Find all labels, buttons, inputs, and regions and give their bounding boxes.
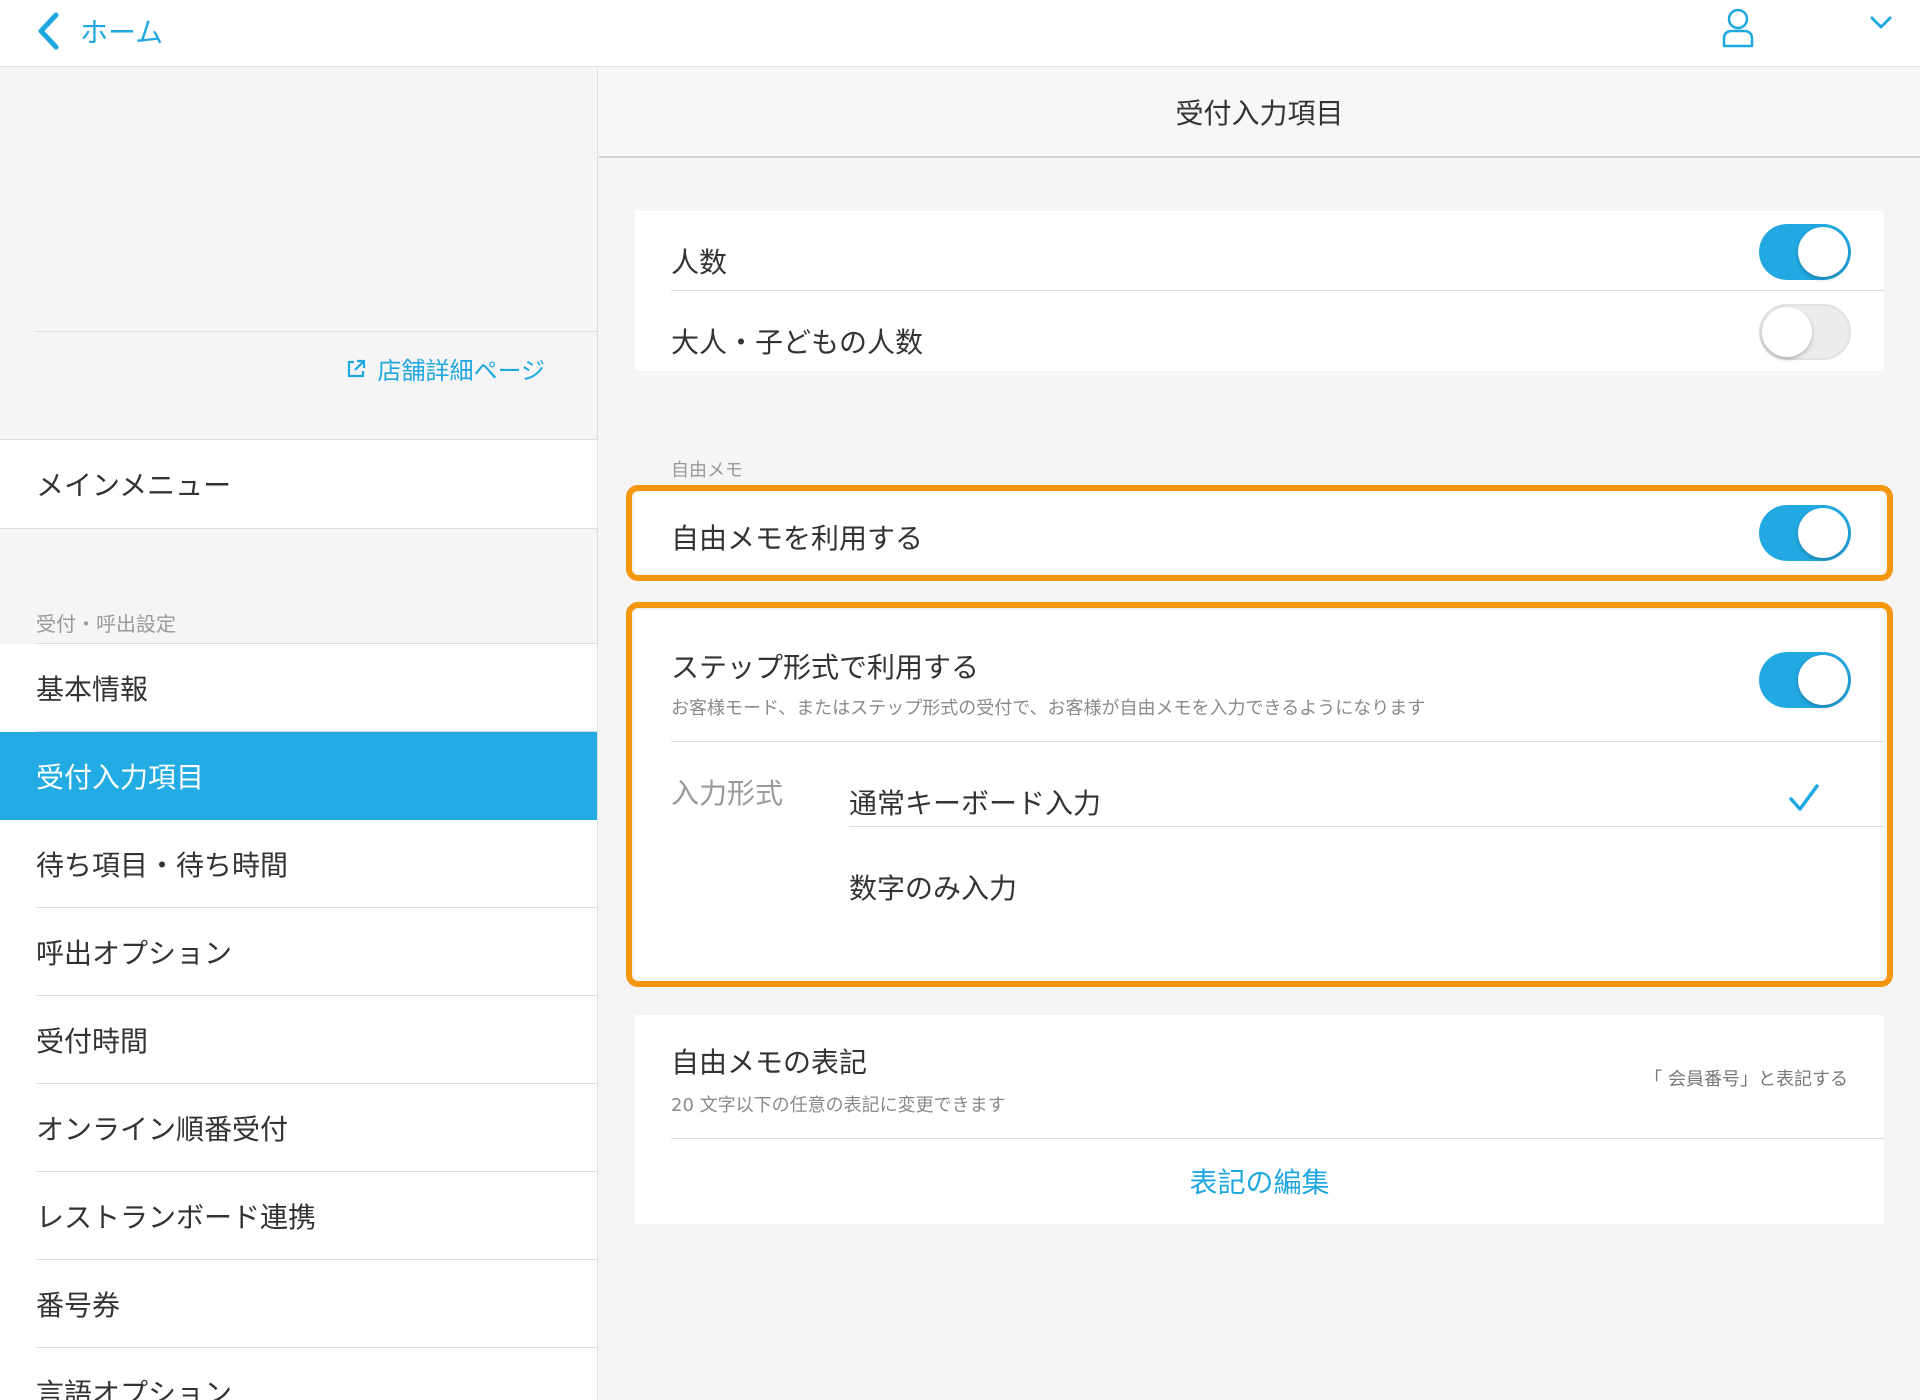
checkmark-icon: [1789, 784, 1819, 811]
people-settings-card: 人数 大人・子どもの人数: [635, 211, 1884, 371]
store-detail-link-label: 店舗詳細ページ: [377, 357, 545, 385]
sidebar-divider: [36, 331, 597, 332]
people-toggle[interactable]: [1759, 224, 1851, 280]
toggle-knob: [1798, 655, 1848, 705]
use-memo-card: 自由メモを利用する: [635, 493, 1884, 573]
sidebar-nav-list: 基本情報 受付入力項目 待ち項目・待ち時間 呼出オプション 受付時間 オンライン…: [0, 644, 597, 1400]
input-format-label: 入力形式: [671, 777, 784, 810]
sidebar-item-number-ticket[interactable]: 番号券: [0, 1260, 597, 1348]
step-mode-toggle[interactable]: [1759, 652, 1851, 708]
chevron-left-icon: [38, 12, 59, 50]
sidebar-item-reception-hours[interactable]: 受付時間: [0, 996, 597, 1084]
sidebar-item-label: 受付入力項目: [36, 761, 205, 794]
adult-child-toggle[interactable]: [1759, 304, 1851, 360]
sidebar-item-label: 番号券: [36, 1289, 121, 1322]
main-menu-item[interactable]: メインメニュー: [0, 440, 597, 528]
user-icon[interactable]: [1718, 6, 1758, 48]
step-mode-description: お客様モード、またはステップ形式の受付で、お客様が自由メモを入力できるようになり…: [671, 698, 1426, 719]
memo-notation-description: 20 文字以下の任意の表記に変更できます: [671, 1095, 1006, 1116]
step-mode-label: ステップ形式で利用する: [671, 651, 980, 684]
memo-notation-label: 自由メモの表記: [671, 1046, 868, 1079]
adult-child-label: 大人・子どもの人数: [671, 326, 924, 359]
sidebar-item-basic-info[interactable]: 基本情報: [0, 644, 597, 732]
memo-notation-value: 「 会員番号」と表記する: [1644, 1069, 1848, 1090]
sidebar-item-label: オンライン順番受付: [36, 1113, 289, 1146]
row-divider: [671, 1138, 1884, 1139]
memo-notation-card: 自由メモの表記 20 文字以下の任意の表記に変更できます 「 会員番号」と表記す…: [635, 1015, 1884, 1224]
row-divider: [671, 290, 1884, 291]
back-button[interactable]: ホーム: [36, 6, 163, 56]
sidebar-item-online-queue[interactable]: オンライン順番受付: [0, 1084, 597, 1172]
input-option-numeric[interactable]: 数字のみ入力: [849, 867, 1017, 907]
sidebar-item-reception-fields[interactable]: 受付入力項目: [0, 732, 597, 820]
sidebar-item-label: 呼出オプション: [36, 937, 233, 970]
page-title: 受付入力項目: [599, 68, 1920, 158]
sidebar-item-label: 受付時間: [36, 1025, 149, 1058]
people-label: 人数: [671, 246, 728, 279]
input-option-keyboard[interactable]: 通常キーボード入力: [849, 782, 1101, 822]
toggle-knob: [1798, 227, 1848, 277]
sidebar-item-restaurant-board[interactable]: レストランボード連携: [0, 1172, 597, 1260]
main-content: 受付入力項目 人数 大人・子どもの人数 自由メモ 自由メモを利用する ステップ形…: [599, 68, 1920, 1400]
sidebar-section-label: 受付・呼出設定: [36, 612, 176, 636]
sidebar-item-label: レストランボード連携: [36, 1201, 317, 1234]
sidebar-divider: [0, 528, 597, 529]
toggle-knob: [1762, 307, 1812, 357]
top-navigation-bar: ホーム: [0, 0, 1920, 67]
toggle-knob: [1798, 508, 1848, 558]
step-mode-card: ステップ形式で利用する お客様モード、またはステップ形式の受付で、お客様が自由メ…: [635, 610, 1884, 977]
back-button-label: ホーム: [80, 16, 164, 49]
sidebar-item-language-options[interactable]: 言語オプション: [0, 1348, 597, 1400]
sidebar-item-label: 待ち項目・待ち時間: [36, 849, 289, 882]
sidebar-item-label: 言語オプション: [36, 1377, 233, 1400]
sidebar: 店舗詳細ページ メインメニュー 受付・呼出設定 基本情報 受付入力項目 待ち項目…: [0, 68, 598, 1400]
edit-notation-button[interactable]: 表記の編集: [635, 1161, 1884, 1201]
use-memo-toggle[interactable]: [1759, 505, 1851, 561]
memo-section-label: 自由メモ: [671, 460, 743, 481]
page-title-text: 受付入力項目: [1175, 97, 1344, 130]
chevron-down-icon[interactable]: [1870, 16, 1892, 30]
external-link-icon: [348, 359, 366, 377]
row-divider: [671, 741, 1884, 742]
sidebar-item-wait-items[interactable]: 待ち項目・待ち時間: [0, 820, 597, 908]
use-memo-label: 自由メモを利用する: [671, 522, 924, 555]
row-divider: [849, 826, 1884, 827]
sidebar-item-call-options[interactable]: 呼出オプション: [0, 908, 597, 996]
sidebar-item-label: 基本情報: [36, 673, 149, 706]
store-detail-link[interactable]: 店舗詳細ページ: [345, 351, 545, 386]
main-menu-label: メインメニュー: [36, 469, 232, 502]
